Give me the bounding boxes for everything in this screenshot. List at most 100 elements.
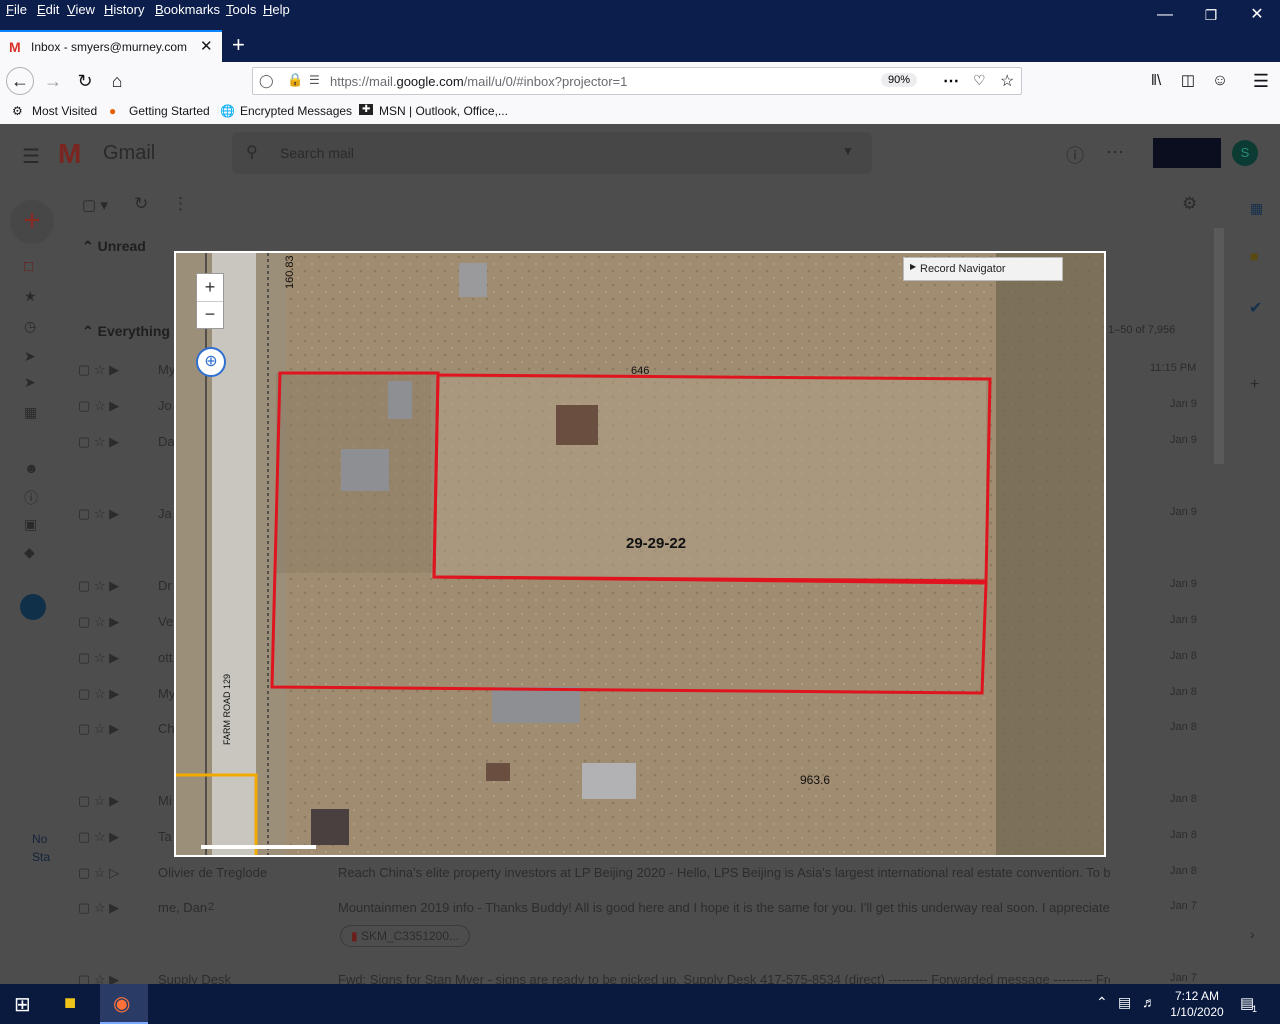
- tray-chevron-icon[interactable]: ⌃: [1096, 994, 1108, 1011]
- map-viewer[interactable]: 29-29-22 160.83 646 963.6 FARM ROAD 129 …: [174, 251, 1106, 857]
- zoom-out-button[interactable]: −: [197, 302, 223, 329]
- pdf-icon: ▮: [351, 929, 358, 943]
- drafts-icon[interactable]: ▦: [24, 404, 37, 421]
- clock[interactable]: 7:12 AM 1/10/2020: [1168, 988, 1226, 1020]
- windows-taskbar: ⊞ ■ ◉ ⌃ ▤ ♬ 7:12 AM 1/10/2020 ▤ 1: [0, 984, 1280, 1024]
- search-input[interactable]: Search mail: [280, 145, 354, 161]
- bookmark-getting-started[interactable]: Getting Started: [129, 104, 210, 118]
- account-icon[interactable]: ☺: [1206, 67, 1234, 95]
- hamburger-menu-icon[interactable]: ☰: [1247, 67, 1275, 95]
- tab-close-icon[interactable]: ✕: [200, 37, 213, 55]
- sidebar-icon[interactable]: ◫: [1174, 67, 1202, 95]
- gmail-menu-icon[interactable]: ☰: [22, 144, 40, 169]
- zoom-indicator[interactable]: 90%: [881, 73, 918, 87]
- bookmark-most-visited[interactable]: Most Visited: [32, 104, 97, 118]
- expand-panel-icon[interactable]: ›: [1250, 926, 1255, 942]
- compose-button[interactable]: +: [10, 200, 54, 244]
- menu-view[interactable]: View: [67, 2, 95, 17]
- contacts-icon[interactable]: ☻: [24, 460, 39, 476]
- sent-icon[interactable]: ➤: [24, 374, 36, 391]
- info-icon[interactable]: ⓘ: [24, 488, 38, 508]
- clock-time: 7:12 AM: [1174, 989, 1220, 1003]
- zoom-in-button[interactable]: +: [197, 274, 223, 302]
- inbox-icon[interactable]: □: [24, 258, 33, 275]
- url-bar[interactable]: ◯ 🔒 ☰ https://mail.google.com/mail/u/0/#…: [252, 67, 1022, 95]
- refresh-icon[interactable]: ↻: [134, 194, 148, 214]
- scrollbar[interactable]: [1214, 228, 1224, 464]
- starred-icon[interactable]: ★: [24, 288, 37, 305]
- row-sender: me, Dan: [158, 900, 208, 915]
- row-date: Jan 9: [1170, 578, 1197, 590]
- expand-arrow-icon: ▶: [910, 262, 917, 271]
- zoom-control: + −: [196, 273, 224, 329]
- row-sender: Ta: [158, 829, 172, 844]
- row-date: Jan 8: [1170, 650, 1197, 662]
- no-recent-chats: No Sta: [32, 832, 51, 864]
- permissions-icon[interactable]: ☰: [309, 73, 320, 87]
- tasks-icon[interactable]: ✔: [1249, 298, 1262, 318]
- record-navigator-button[interactable]: ▶ Record Navigator: [903, 257, 1063, 281]
- menu-file[interactable]: File: [6, 2, 27, 17]
- label-icon[interactable]: ◆: [24, 544, 35, 561]
- help-icon[interactable]: ⓘ: [1066, 142, 1084, 168]
- restore-icon[interactable]: ❐: [1188, 0, 1234, 30]
- windows-start-icon[interactable]: ⊞: [14, 992, 31, 1017]
- firefox-taskbar-button[interactable]: ◉: [100, 984, 148, 1024]
- search-options-icon[interactable]: ▼: [842, 144, 854, 158]
- row-date: Jan 8: [1170, 829, 1197, 841]
- bookmark-encrypted-messages[interactable]: Encrypted Messages: [240, 104, 352, 118]
- section-everything-header[interactable]: ⌃ Everything: [82, 323, 170, 340]
- close-window-icon[interactable]: ✕: [1234, 0, 1280, 30]
- menu-history[interactable]: History: [104, 2, 144, 17]
- url-prefix: https://mail.: [330, 74, 397, 89]
- attachment-chip[interactable]: ▮ SKM_C3351200...: [340, 925, 471, 947]
- network-icon[interactable]: ▤: [1118, 994, 1131, 1011]
- chat-icon[interactable]: ▣: [24, 516, 37, 533]
- home-icon[interactable]: ⌂: [103, 67, 131, 95]
- row-date: Jan 9: [1170, 398, 1197, 410]
- section-unread-header[interactable]: ⌃ Unread: [82, 238, 146, 255]
- msn-icon: ✚: [359, 104, 374, 115]
- menu-tools[interactable]: Tools: [226, 2, 256, 17]
- apps-grid-icon[interactable]: ⋯: [1106, 142, 1124, 163]
- bookmark-msn[interactable]: MSN | Outlook, Office,...: [379, 104, 508, 118]
- keep-icon[interactable]: ■: [1250, 248, 1258, 264]
- bookmark-star-icon[interactable]: ☆: [1000, 71, 1014, 91]
- new-tab-icon[interactable]: +: [232, 32, 245, 58]
- row-date: Jan 9: [1170, 614, 1197, 626]
- row-subject: Reach China's elite property investors a…: [338, 865, 666, 880]
- locate-icon[interactable]: ⊕: [196, 347, 226, 377]
- avatar[interactable]: S: [1232, 140, 1258, 166]
- snoozed-icon[interactable]: ◷: [24, 318, 36, 335]
- row-date: Jan 7: [1170, 972, 1197, 984]
- row-sender: My: [158, 362, 176, 377]
- menu-bookmarks[interactable]: Bookmarks: [155, 2, 220, 17]
- minimize-icon[interactable]: —: [1142, 0, 1188, 30]
- more-icon[interactable]: ⋮: [172, 194, 189, 214]
- select-all-checkbox[interactable]: ▢ ▾: [82, 196, 108, 214]
- shield-icon[interactable]: ◯: [259, 73, 274, 89]
- table-row[interactable]: ▢ ☆ ▷ Olivier de Treglode Reach China's el…: [78, 865, 1208, 901]
- library-icon[interactable]: ‖\: [1142, 67, 1170, 95]
- menu-edit[interactable]: Edit: [37, 2, 59, 17]
- file-explorer-icon[interactable]: ■: [64, 992, 76, 1015]
- forward-icon[interactable]: →: [39, 67, 67, 95]
- table-row[interactable]: ▢ ☆ ▶ me, Dan 2 Mountainmen 2019 info - Tha…: [78, 900, 1208, 947]
- search-icon[interactable]: ⚲: [246, 142, 258, 162]
- row-sender: ott: [158, 650, 173, 665]
- url-text[interactable]: https://mail.google.com/mail/u/0/#inbox?…: [330, 74, 627, 89]
- volume-icon[interactable]: ♬: [1142, 994, 1156, 1010]
- hangouts-avatar[interactable]: [20, 594, 46, 620]
- reload-icon[interactable]: ↻: [71, 67, 99, 95]
- settings-gear-icon[interactable]: ⚙: [1182, 194, 1197, 214]
- calendar-icon[interactable]: ▦: [1250, 200, 1263, 217]
- menu-help[interactable]: Help: [263, 2, 290, 17]
- lock-icon[interactable]: 🔒: [287, 72, 303, 88]
- pocket-icon[interactable]: ♡: [973, 72, 986, 89]
- search-box[interactable]: ⚲ Search mail ▼: [232, 132, 872, 174]
- tab-gmail-inbox[interactable]: M Inbox - smyers@murney.com ✕: [0, 30, 222, 62]
- back-icon[interactable]: ←: [6, 67, 34, 95]
- important-icon[interactable]: ➤: [24, 348, 36, 365]
- page-actions-icon[interactable]: ⋯: [943, 71, 959, 91]
- add-addon-icon[interactable]: +: [1250, 376, 1259, 394]
